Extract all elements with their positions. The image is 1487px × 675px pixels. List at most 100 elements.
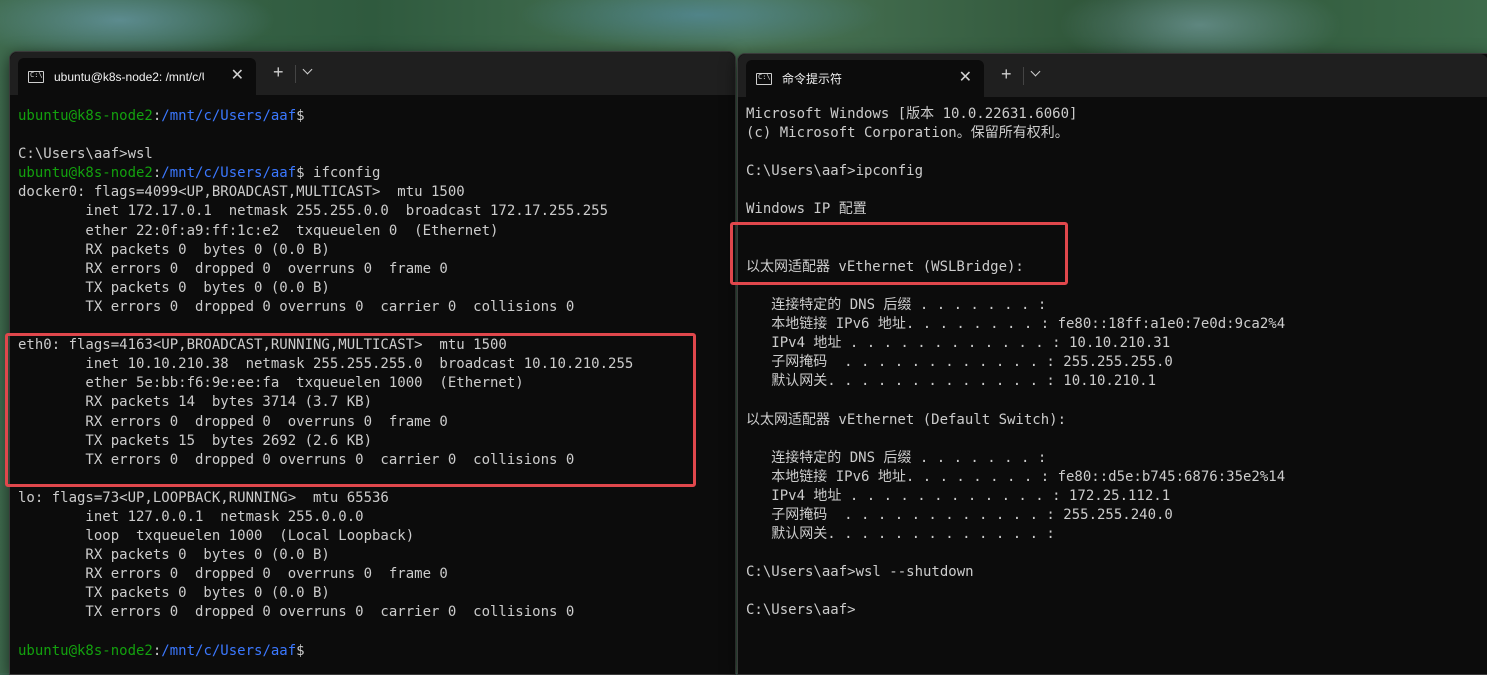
terminal-line: Windows IP 配置 xyxy=(746,200,1487,219)
terminal-line: 连接特定的 DNS 后缀 . . . . . . . : xyxy=(746,296,1487,315)
terminal-line: IPv4 地址 . . . . . . . . . . . . : 172.25… xyxy=(746,487,1487,506)
terminal-line: ether 22:0f:a9:ff:1c:e2 txqueuelen 0 (Et… xyxy=(18,222,735,241)
line-segment: /mnt/c/Users/aaf xyxy=(161,165,297,182)
line-segment: $ xyxy=(296,108,305,124)
terminal-line: TX errors 0 dropped 0 overruns 0 carrier… xyxy=(18,603,735,622)
line-segment: Microsoft Windows [版本 10.0.22631.6060] xyxy=(746,106,1078,122)
line-segment: /mnt/c/Users/aaf xyxy=(161,108,297,124)
line-segment: RX packets 0 bytes 0 (0.0 B) xyxy=(18,241,330,258)
tab-cmd[interactable]: 命令提示符 ✕ xyxy=(746,60,984,97)
terminal-output[interactable]: ubuntu@k8s-node2:/mnt/c/Users/aaf$ C:\Use… xyxy=(18,107,735,674)
tab-title: 命令提示符 xyxy=(782,72,843,86)
terminal-line: 子网掩码 . . . . . . . . . . . . : 255.255.2… xyxy=(746,506,1487,525)
terminal-line: RX errors 0 dropped 0 overruns 0 frame 0 xyxy=(18,413,735,432)
terminal-line: 本地链接 IPv6 地址. . . . . . . . : fe80::18ff… xyxy=(746,315,1487,334)
line-segment: 子网掩码 . . . . . . . . . . . . : 255.255.2… xyxy=(746,506,1173,523)
terminal-line: IPv4 地址 . . . . . . . . . . . . : 10.10.… xyxy=(746,334,1487,353)
line-segment: TX packets 0 bytes 0 (0.0 B) xyxy=(18,585,330,602)
line-segment: inet 127.0.0.1 netmask 255.0.0.0 xyxy=(18,508,364,525)
terminal-icon xyxy=(756,72,772,85)
terminal-line: inet 10.10.210.38 netmask 255.255.255.0 … xyxy=(18,355,735,374)
terminal-line: ubuntu@k8s-node2:/mnt/c/Users/aaf$ xyxy=(18,642,735,661)
terminal-line: docker0: flags=4099<UP,BROADCAST,MULTICA… xyxy=(18,183,735,202)
line-segment: 默认网关. . . . . . . . . . . . . : 10.10.21… xyxy=(746,373,1157,390)
ubuntu-terminal-window[interactable]: ubuntu@k8s-node2: /mnt/c/U ✕ + ubuntu@k8… xyxy=(5,51,736,675)
line-segment: TX errors 0 dropped 0 overruns 0 carrier… xyxy=(18,604,575,621)
terminal-line: C:\Users\aaf> xyxy=(746,601,1487,620)
line-segment: RX packets 0 bytes 0 (0.0 B) xyxy=(18,547,330,564)
chevron-down-icon[interactable] xyxy=(1030,66,1041,77)
line-segment: 以太网适配器 vEthernet (WSLBridge): xyxy=(746,258,1024,275)
terminal-line: RX errors 0 dropped 0 overruns 0 frame 0 xyxy=(18,565,735,584)
line-segment: ubuntu@k8s-node2 xyxy=(18,165,153,182)
terminal-line: TX errors 0 dropped 0 overruns 0 carrier… xyxy=(18,298,735,317)
terminal-line: eth0: flags=4163<UP,BROADCAST,RUNNING,MU… xyxy=(18,336,735,355)
terminal-line: ubuntu@k8s-node2:/mnt/c/Users/aaf$ xyxy=(18,107,735,126)
line-segment: IPv4 地址 . . . . . . . . . . . . : 10.10.… xyxy=(746,335,1171,352)
line-segment: docker0: flags=4099<UP,BROADCAST,MULTICA… xyxy=(18,184,465,201)
line-segment: Windows IP 配置 xyxy=(746,201,867,218)
line-segment: TX packets 0 bytes 0 (0.0 B) xyxy=(18,279,330,296)
terminal-line: lo: flags=73<UP,LOOPBACK,RUNNING> mtu 65… xyxy=(18,489,735,508)
terminal-line: loop txqueuelen 1000 (Local Loopback) xyxy=(18,527,735,546)
cmd-window[interactable]: 命令提示符 ✕ + Microsoft Windows [版本 10.0.226… xyxy=(730,53,1487,675)
terminal-output[interactable]: Microsoft Windows [版本 10.0.22631.6060] (c… xyxy=(746,105,1487,674)
line-segment: ubuntu@k8s-node2 xyxy=(18,108,153,124)
line-segment: ether 5e:bb:f6:9e:ee:fa txqueuelen 1000 … xyxy=(18,375,524,392)
line-segment: C:\Users\aaf>ipconfig xyxy=(746,163,924,180)
terminal-line: 子网掩码 . . . . . . . . . . . . : 255.255.2… xyxy=(746,353,1487,372)
chevron-down-icon[interactable] xyxy=(302,64,313,75)
terminal-line: ubuntu@k8s-node2:/mnt/c/Users/aaf$ ifcon… xyxy=(18,164,735,183)
terminal-line: 以太网适配器 vEthernet (Default Switch): xyxy=(746,411,1487,430)
plus-icon[interactable]: + xyxy=(1001,64,1012,85)
tab-ubuntu[interactable]: ubuntu@k8s-node2: /mnt/c/U ✕ xyxy=(18,58,256,95)
line-segment: /mnt/c/Users/aaf xyxy=(161,642,297,659)
line-segment: IPv4 地址 . . . . . . . . . . . . : 172.25… xyxy=(746,487,1171,504)
line-segment: 本地链接 IPv6 地址. . . . . . . . : fe80::d5e:… xyxy=(746,468,1286,485)
line-segment: TX errors 0 dropped 0 overruns 0 carrier… xyxy=(18,451,575,468)
line-segment: 以太网适配器 vEthernet (Default Switch): xyxy=(746,411,1067,428)
terminal-line: (c) Microsoft Corporation。保留所有权利。 xyxy=(746,124,1487,143)
line-segment: 子网掩码 . . . . . . . . . . . . : 255.255.2… xyxy=(746,354,1173,371)
title-bar: ubuntu@k8s-node2: /mnt/c/U ✕ + xyxy=(10,52,735,95)
line-segment: inet 172.17.0.1 netmask 255.255.0.0 broa… xyxy=(18,203,609,220)
line-segment: inet 10.10.210.38 netmask 255.255.255.0 … xyxy=(18,356,634,373)
close-icon[interactable]: ✕ xyxy=(959,67,972,87)
terminal-line: inet 172.17.0.1 netmask 255.255.0.0 broa… xyxy=(18,202,735,221)
line-segment: TX packets 15 bytes 2692 (2.6 KB) xyxy=(18,432,373,449)
line-segment: C:\Users\aaf> xyxy=(746,602,856,619)
plus-icon[interactable]: + xyxy=(273,62,284,83)
line-segment: lo: flags=73<UP,LOOPBACK,RUNNING> mtu 65… xyxy=(18,489,389,506)
terminal-line: RX packets 14 bytes 3714 (3.7 KB) xyxy=(18,393,735,412)
title-bar: 命令提示符 ✕ + xyxy=(738,54,1487,97)
divider xyxy=(295,65,296,83)
line-segment: C:\Users\aaf>wsl xyxy=(18,146,153,163)
terminal-line: RX packets 0 bytes 0 (0.0 B) xyxy=(18,241,735,260)
line-segment: ubuntu@k8s-node2 xyxy=(18,642,153,659)
line-segment: 连接特定的 DNS 后缀 . . . . . . . : xyxy=(746,449,1047,466)
terminal-line: ether 5e:bb:f6:9e:ee:fa txqueuelen 1000 … xyxy=(18,374,735,393)
terminal-line: inet 127.0.0.1 netmask 255.0.0.0 xyxy=(18,508,735,527)
line-segment: TX errors 0 dropped 0 overruns 0 carrier… xyxy=(18,298,575,315)
close-icon[interactable]: ✕ xyxy=(231,65,244,85)
terminal-line: 连接特定的 DNS 后缀 . . . . . . . : xyxy=(746,449,1487,468)
terminal-line: C:\Users\aaf>wsl xyxy=(18,145,735,164)
terminal-line: C:\Users\aaf>wsl --shutdown xyxy=(746,563,1487,582)
divider xyxy=(1023,67,1024,85)
line-segment: RX packets 14 bytes 3714 (3.7 KB) xyxy=(18,394,373,411)
terminal-icon xyxy=(28,70,44,83)
line-segment: ether 22:0f:a9:ff:1c:e2 txqueuelen 0 (Et… xyxy=(18,222,499,239)
terminal-line: RX errors 0 dropped 0 overruns 0 frame 0 xyxy=(18,260,735,279)
terminal-line: 本地链接 IPv6 地址. . . . . . . . : fe80::d5e:… xyxy=(746,468,1487,487)
terminal-line: 默认网关. . . . . . . . . . . . . : xyxy=(746,525,1487,544)
terminal-line: RX packets 0 bytes 0 (0.0 B) xyxy=(18,546,735,565)
